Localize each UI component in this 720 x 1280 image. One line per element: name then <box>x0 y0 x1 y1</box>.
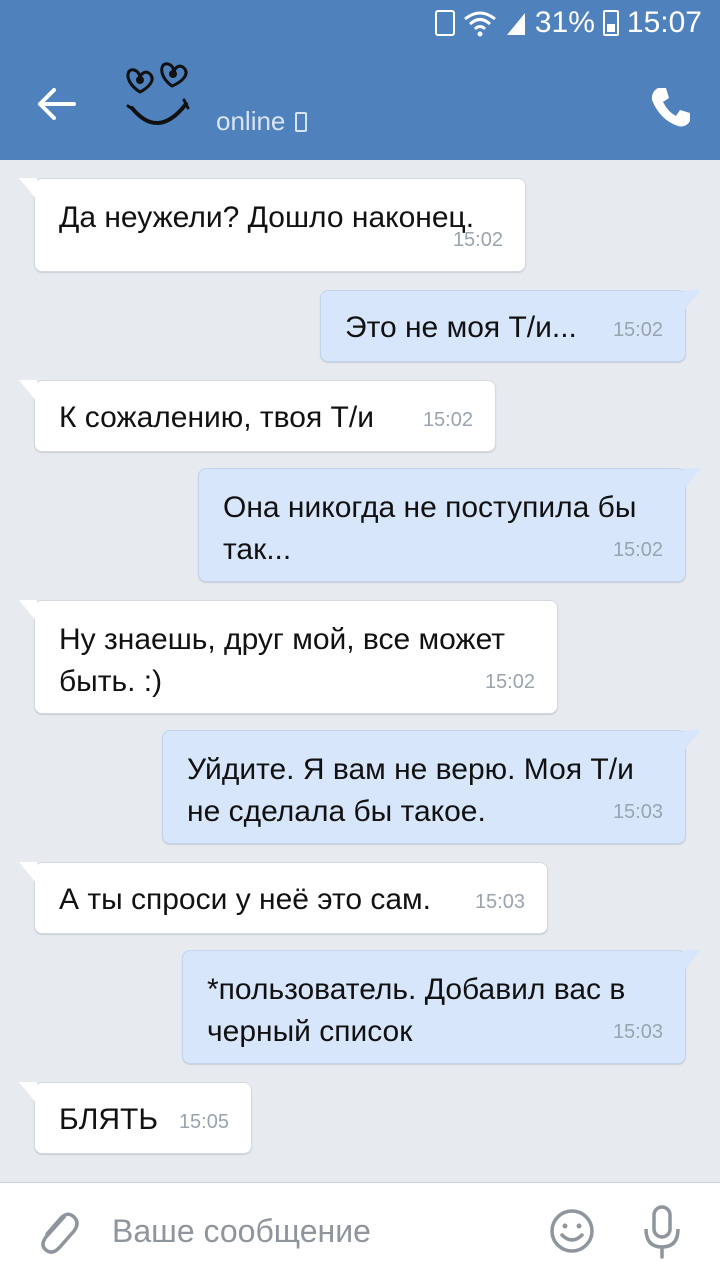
chat-header: online <box>0 48 720 160</box>
message-time: 15:03 <box>612 1021 663 1043</box>
mobile-icon <box>295 111 308 132</box>
message-time: 15:03 <box>474 891 525 913</box>
message-time: 15:02 <box>452 229 503 251</box>
online-label: online <box>216 106 286 136</box>
battery-icon <box>602 10 619 36</box>
message-input[interactable] <box>112 1201 522 1261</box>
message-text: А ты спроси у неё это сам. <box>59 883 432 916</box>
message-time: 15:02 <box>422 409 473 431</box>
signal-icon <box>506 13 525 35</box>
message-time: 15:05 <box>178 1111 229 1133</box>
message-outgoing[interactable]: Она никогда не поступила бы так... 15:02 <box>198 468 701 582</box>
message-time: 15:02 <box>612 539 663 561</box>
message-incoming[interactable]: Да неужели? Дошло наконец. 15:02 <box>19 178 526 272</box>
microphone-icon <box>644 1205 680 1259</box>
wifi-icon <box>463 11 496 37</box>
call-button[interactable] <box>646 82 696 132</box>
message-incoming[interactable]: БЛЯТЬ 15:05 <box>19 1082 252 1154</box>
message-incoming[interactable]: К сожалению, твоя Т/и 15:02 <box>19 380 496 452</box>
emoji-button[interactable] <box>548 1207 596 1255</box>
status-icons: 31% 15:07 <box>434 6 702 40</box>
message-time: 15:02 <box>484 671 535 693</box>
recycle-icon <box>434 10 455 36</box>
phone-icon <box>651 88 690 127</box>
message-incoming[interactable]: А ты спроси у неё это сам. 15:03 <box>19 862 548 934</box>
back-button[interactable] <box>30 78 82 130</box>
paperclip-icon <box>41 1212 79 1254</box>
message-outgoing[interactable]: Это не моя Т/и... 15:02 <box>320 290 701 362</box>
message-outgoing[interactable]: *пользователь. Добавил вас в черный спис… <box>182 950 701 1064</box>
online-status: online <box>216 106 308 137</box>
message-text: Уйдите. Я вам не верю. Моя Т/и не сделал… <box>187 753 634 828</box>
message-time: 15:03 <box>612 801 663 823</box>
message-outgoing[interactable]: Уйдите. Я вам не верю. Моя Т/и не сделал… <box>162 730 701 844</box>
avatar-hearts-smiley[interactable] <box>118 58 202 142</box>
emoji-icon <box>550 1209 594 1253</box>
microphone-button[interactable] <box>640 1203 684 1261</box>
message-time: 15:02 <box>612 319 663 341</box>
message-composer <box>0 1182 720 1280</box>
attach-button[interactable] <box>34 1205 82 1259</box>
message-text: Ну знаешь, друг мой, все может быть. :) <box>59 623 506 698</box>
clock-time: 15:07 <box>626 6 702 39</box>
status-bar: 31% 15:07 <box>0 0 720 48</box>
message-list[interactable]: Да неужели? Дошло наконец. 15:02 Это не … <box>0 160 720 1182</box>
message-incoming[interactable]: Ну знаешь, друг мой, все может быть. :) … <box>19 600 558 714</box>
back-arrow-icon <box>38 88 76 120</box>
battery-percent: 31% <box>534 6 595 39</box>
